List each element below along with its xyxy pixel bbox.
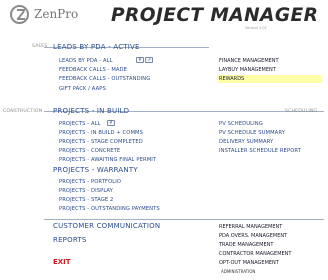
zenpro-logo-icon (10, 5, 29, 24)
feedback-outstanding-link[interactable]: FEEDBACK CALLS - OUTSTANDING (59, 76, 150, 82)
projects-all-link[interactable]: PROJECTS - ALL (59, 121, 101, 127)
projects-portfolio-link[interactable]: PROJECTS - PORTFOLIO (59, 179, 121, 185)
projects-awaiting-permit-link[interactable]: PROJECTS - AWAITING FINAL PERMIT (59, 157, 156, 163)
print-icon[interactable]: P (136, 57, 144, 63)
projects-stage-completed-link[interactable]: PROJECTS - STAGE COMPLETED (59, 139, 143, 145)
leads-active-link[interactable]: LEADS BY PDA - ACTIVE (53, 43, 140, 51)
projects-in-build-comms-link[interactable]: PROJECTS - IN BUILD + COMMS (59, 130, 143, 136)
section-label-scheduling: SCHEDULING (285, 109, 318, 114)
trade-management-link[interactable]: TRADE MANAGEMENT (219, 242, 273, 248)
laybuy-management-link[interactable]: LAYBUY MANAGEMENT (219, 67, 276, 73)
section-label-construction: CONSTRUCTION (3, 109, 43, 114)
rewards-link[interactable]: REWARDS (219, 76, 244, 82)
feedback-made-link[interactable]: FEEDBACK CALLS - MADE (59, 67, 127, 73)
pv-scheduling-link[interactable]: PV SCHEDULING (219, 121, 263, 127)
export-icon[interactable]: ↗ (145, 57, 153, 63)
administration-link[interactable]: ADMINISTRATION (221, 269, 255, 274)
opt-out-management-link[interactable]: OPT-OUT MANAGEMENT (219, 260, 279, 266)
brand-name: ZenPro (34, 7, 79, 21)
print-icon[interactable]: P (107, 120, 115, 126)
customer-communication-link[interactable]: CUSTOMER COMMUNICATION (53, 222, 160, 230)
referral-management-link[interactable]: REFERRAL MANAGEMENT (219, 224, 282, 230)
version-label: Version 1.01 (245, 26, 267, 30)
projects-outstanding-payments-link[interactable]: PROJECTS - OUTSTANDING PAYMENTS (59, 206, 160, 212)
gift-pack-link[interactable]: GIFT PACK / AAPS (59, 86, 106, 92)
pv-schedule-summary-link[interactable]: PV SCHEDULE SUMMARY (219, 130, 285, 136)
reports-link[interactable]: REPORTS (53, 236, 87, 244)
page-title: PROJECT MANAGER (111, 5, 319, 26)
exit-button[interactable]: EXIT (53, 258, 71, 266)
section-label-sales: SALES (32, 44, 48, 49)
contractor-management-link[interactable]: CONTRACTOR MANAGEMENT (219, 251, 291, 257)
projects-display-link[interactable]: PROJECTS - DISPLAY (59, 188, 113, 194)
projects-concrete-link[interactable]: PROJECTS - CONCRETE (59, 148, 120, 154)
finance-management-link[interactable]: FINANCE MANAGEMENT (219, 58, 279, 64)
delivery-summary-link[interactable]: DELIVERY SUMMARY (219, 139, 273, 145)
projects-warranty-link[interactable]: PROJECTS - WARRANTY (53, 166, 138, 174)
bottom-divider (44, 219, 324, 220)
projects-stage-2-link[interactable]: PROJECTS - STAGE 2 (59, 197, 113, 203)
projects-in-build-link[interactable]: PROJECTS - IN BUILD (53, 107, 129, 115)
installer-schedule-report-link[interactable]: INSTALLER SCHEDULE REPORT (219, 148, 301, 154)
pda-overs-management-link[interactable]: PDA OVERS. MANAGEMENT (219, 233, 287, 239)
leads-all-link[interactable]: LEADS BY PDA - ALL (59, 58, 113, 64)
